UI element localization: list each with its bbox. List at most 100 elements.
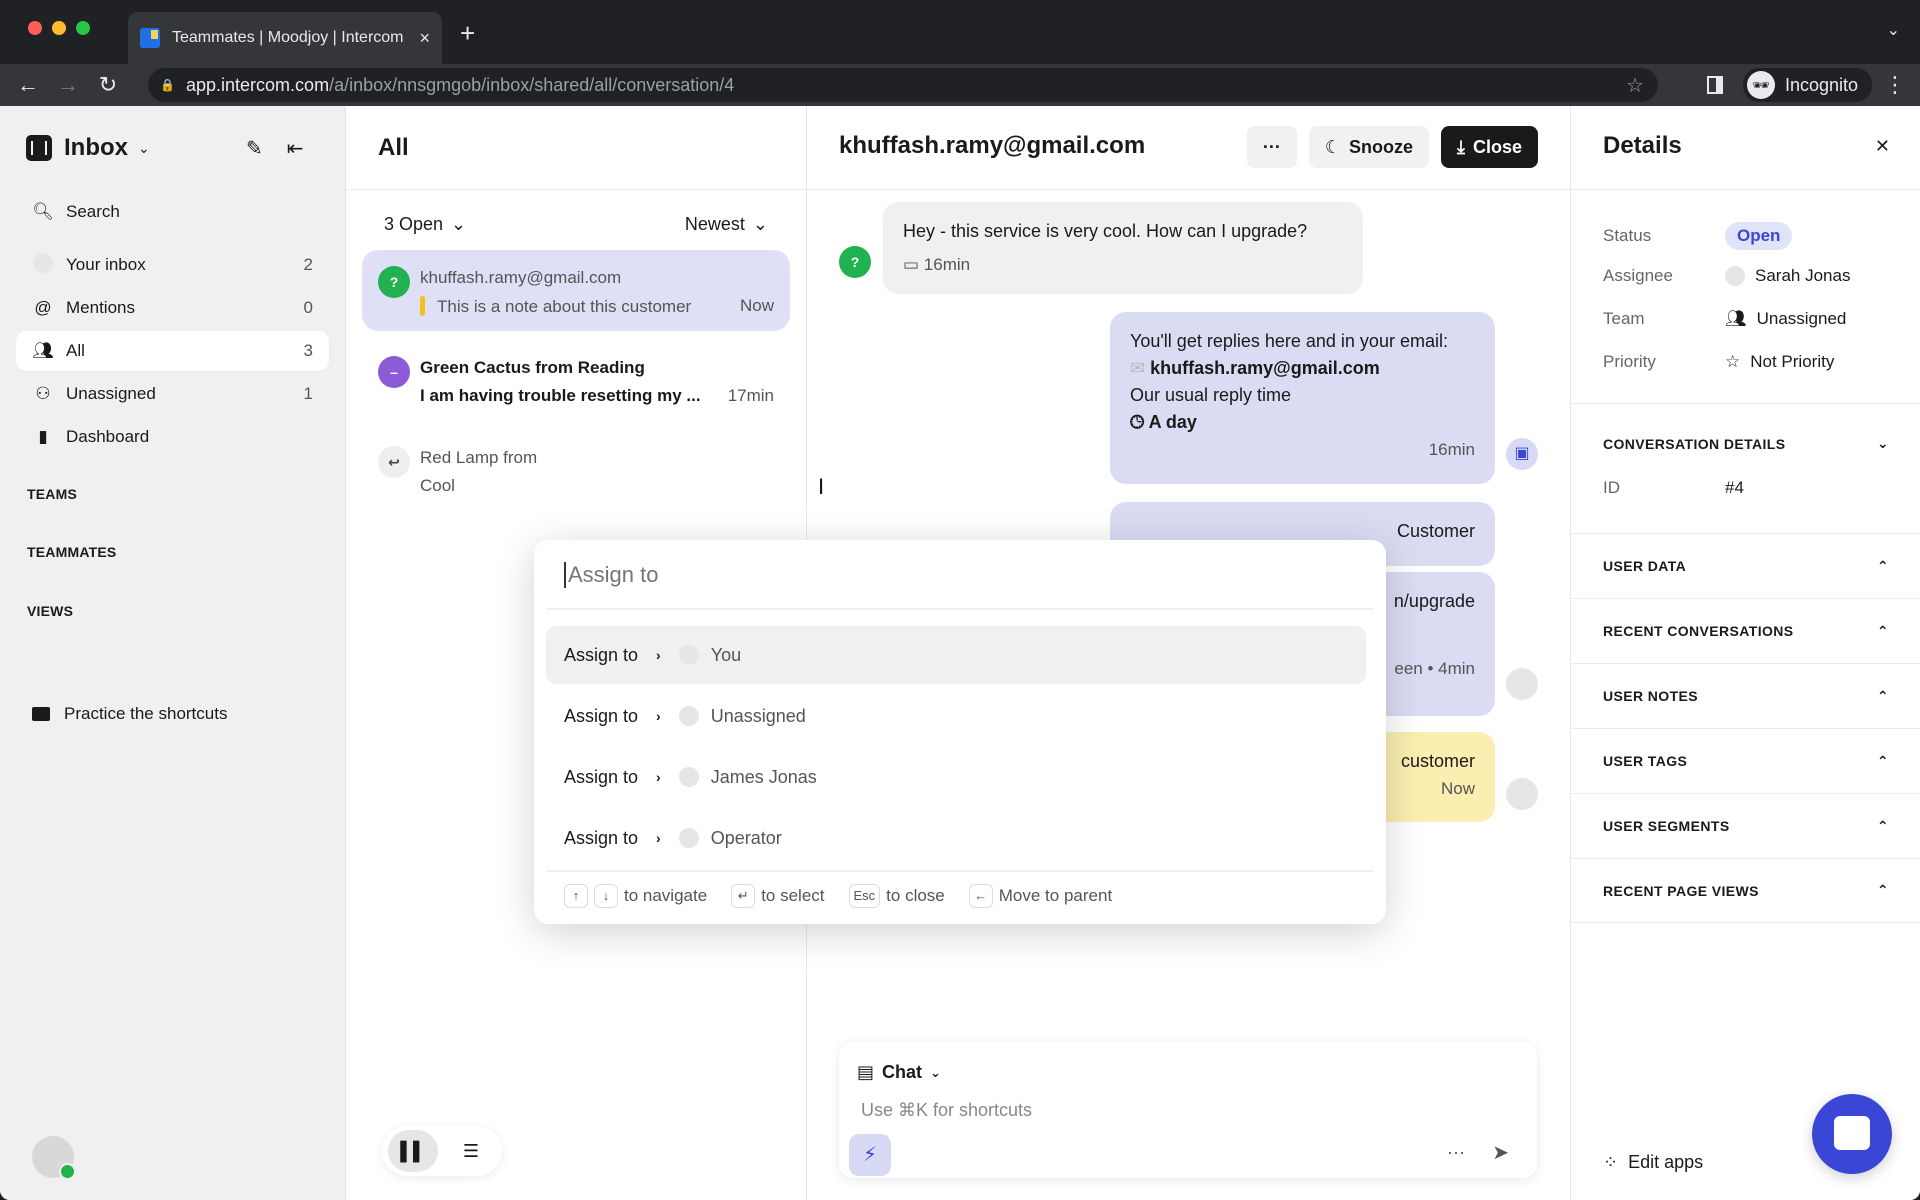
close-conversation-button[interactable]: ⤓ Close bbox=[1441, 126, 1538, 168]
inbox-switcher[interactable]: Inbox ⌄ bbox=[26, 134, 150, 162]
assign-option-james-jonas[interactable]: Assign to › James Jonas bbox=[546, 748, 1366, 806]
conversation-preview: This is a note about this customer bbox=[437, 297, 692, 316]
people-icon: 👥︎ bbox=[32, 341, 54, 360]
chevron-down-icon: ⌄ bbox=[451, 214, 467, 234]
bot-icon: ▣ bbox=[1506, 438, 1538, 470]
close-icon[interactable]: ✕ bbox=[1875, 136, 1890, 157]
send-icon[interactable]: ➤ bbox=[1492, 1140, 1509, 1165]
practice-shortcuts-link[interactable]: Practice the shortcuts bbox=[32, 704, 227, 724]
more-options-icon[interactable]: ··· bbox=[1447, 1142, 1465, 1163]
sidebar-item-dashboard[interactable]: ▮ Dashboard bbox=[16, 417, 329, 457]
browser-menu-icon[interactable]: ⋮ bbox=[1884, 72, 1906, 98]
assign-option-you[interactable]: Assign to › You bbox=[546, 626, 1366, 684]
collapse-sidebar-icon[interactable]: ⇤ bbox=[287, 136, 304, 161]
list-view-icon[interactable]: ☰ bbox=[446, 1130, 496, 1172]
status-filter-dropdown[interactable]: 3 Open ⌄ bbox=[384, 214, 466, 235]
star-icon: ☆ bbox=[1725, 352, 1741, 371]
sidebar-item-your-inbox[interactable]: Your inbox 2 bbox=[16, 245, 329, 285]
accordion-user-notes[interactable]: USER NOTES ⌃ bbox=[1571, 663, 1920, 728]
minimize-window-button[interactable] bbox=[52, 21, 66, 35]
conversation-preview: I am having trouble resetting my ... bbox=[420, 386, 701, 405]
practice-label: Practice the shortcuts bbox=[64, 704, 228, 723]
forward-arrow-icon[interactable]: → bbox=[48, 72, 88, 98]
section-views[interactable]: VIEWS bbox=[27, 603, 73, 619]
assignee-row[interactable]: Assignee Sarah Jonas bbox=[1603, 266, 1903, 286]
sidebar-search[interactable]: 🔍︎ Search bbox=[16, 192, 329, 232]
message-text: You'll get replies here and in your emai… bbox=[1130, 331, 1448, 351]
more-actions-button[interactable]: ··· bbox=[1246, 126, 1297, 168]
close-window-button[interactable] bbox=[28, 21, 42, 35]
incoming-message: Hey - this service is very cool. How can… bbox=[883, 202, 1363, 294]
search-label: Search bbox=[66, 202, 120, 221]
sidebar-item-unassigned[interactable]: ⚇ Unassigned 1 bbox=[16, 374, 329, 414]
sidebar-item-label: All bbox=[66, 341, 85, 360]
accordion-user-data[interactable]: USER DATA ⌃ bbox=[1571, 533, 1920, 598]
snooze-button[interactable]: ☾ Snooze bbox=[1308, 126, 1429, 168]
avatar-icon bbox=[1725, 266, 1745, 286]
sidebar-item-all[interactable]: 👥︎ All 3 bbox=[16, 331, 329, 371]
arrow-left-key-icon: ← bbox=[968, 884, 993, 908]
maximize-window-button[interactable] bbox=[76, 21, 90, 35]
clock-icon: 🕒︎ bbox=[1130, 412, 1145, 432]
conversation-item[interactable]: ↩ Red Lamp from Cool bbox=[362, 430, 790, 510]
accordion-label: USER NOTES bbox=[1603, 688, 1699, 704]
chevron-right-icon: › bbox=[656, 647, 661, 663]
status-badge[interactable]: Open bbox=[1725, 222, 1793, 250]
prop-key: Team bbox=[1603, 309, 1645, 328]
accordion-user-tags[interactable]: USER TAGS ⌃ bbox=[1571, 728, 1920, 793]
divider bbox=[807, 189, 1570, 190]
browser-tab[interactable]: Teammates | Moodjoy | Intercom × bbox=[128, 12, 442, 64]
chevron-up-icon: ⌃ bbox=[1876, 817, 1889, 834]
split-view-icon[interactable]: ▌▌ bbox=[388, 1130, 438, 1172]
assign-option-operator[interactable]: Assign to › Operator bbox=[546, 809, 1366, 867]
prop-key: Priority bbox=[1603, 352, 1656, 371]
bar-chart-icon: ▮ bbox=[38, 427, 48, 446]
priority-row[interactable]: Priority ☆ Not Priority bbox=[1603, 352, 1903, 372]
composer-input[interactable]: Use ⌘K for shortcuts bbox=[861, 1100, 1032, 1121]
channel-dropdown[interactable]: ▤ Chat ⌄ bbox=[857, 1062, 941, 1083]
accordion-user-segments[interactable]: USER SEGMENTS ⌃ bbox=[1571, 793, 1920, 858]
divider bbox=[546, 608, 1374, 610]
section-teammates[interactable]: TEAMMATES bbox=[27, 544, 116, 560]
reply-composer[interactable]: ▤ Chat ⌄ Use ⌘K for shortcuts ⚡︎ ··· ➤ bbox=[839, 1042, 1537, 1178]
conversation-item[interactable]: ? khuffash.ramy@gmail.com This is a note… bbox=[362, 250, 790, 331]
assign-option-unassigned[interactable]: Assign to › Unassigned bbox=[546, 687, 1366, 745]
divider bbox=[1571, 189, 1920, 190]
url-host: app.intercom.com bbox=[186, 74, 330, 95]
sort-dropdown[interactable]: Newest ⌄ bbox=[685, 214, 768, 235]
current-user-avatar[interactable] bbox=[32, 1136, 76, 1180]
conversation-name: Red Lamp from bbox=[420, 448, 538, 467]
assign-search-input[interactable] bbox=[564, 562, 1264, 588]
lightning-icon[interactable]: ⚡︎ bbox=[849, 1134, 891, 1176]
bookmark-star-icon[interactable]: ☆ bbox=[1626, 73, 1644, 98]
option-target: Unassigned bbox=[710, 705, 806, 726]
side-panel-icon[interactable] bbox=[1706, 76, 1723, 94]
prop-key: Assignee bbox=[1603, 266, 1673, 285]
reload-icon[interactable]: ↻ bbox=[88, 72, 128, 98]
edit-apps-button[interactable]: ⁘ Edit apps bbox=[1603, 1152, 1703, 1173]
accordion-conversation-details[interactable]: CONVERSATION DETAILS ⌄ bbox=[1571, 403, 1920, 483]
new-tab-button[interactable]: + bbox=[460, 18, 475, 49]
back-arrow-icon[interactable]: ← bbox=[8, 72, 48, 98]
sidebar-item-mentions[interactable]: @ Mentions 0 bbox=[16, 288, 329, 328]
intercom-messenger-launcher[interactable] bbox=[1812, 1094, 1892, 1174]
chevron-down-icon: ⌄ bbox=[752, 214, 768, 234]
compose-icon[interactable]: ✎ bbox=[246, 136, 263, 161]
incognito-badge[interactable]: 🕶 Incognito bbox=[1742, 68, 1872, 102]
id-value: #4 bbox=[1725, 478, 1744, 497]
accordion-label: CONVERSATION DETAILS bbox=[1603, 435, 1786, 452]
section-teams[interactable]: TEAMS bbox=[27, 486, 77, 502]
avatar-icon bbox=[32, 252, 54, 278]
accordion-recent-page-views[interactable]: RECENT PAGE VIEWS ⌃ bbox=[1571, 858, 1920, 923]
chevron-up-icon: ⌃ bbox=[1876, 687, 1889, 704]
window-controls bbox=[28, 21, 90, 35]
sidebar-item-label: Unassigned bbox=[66, 384, 156, 403]
chevron-up-icon: ⌃ bbox=[1876, 882, 1889, 898]
team-row[interactable]: Team 👥︎ Unassigned bbox=[1603, 309, 1903, 329]
tab-search-chevron-icon[interactable]: ⌄ bbox=[1887, 20, 1900, 40]
conversation-item[interactable]: – Green Cactus from Reading I am having … bbox=[362, 340, 790, 420]
accordion-recent-conversations[interactable]: RECENT CONVERSATIONS ⌃ bbox=[1571, 598, 1920, 663]
close-tab-icon[interactable]: × bbox=[419, 28, 430, 49]
message-text: Hey - this service is very cool. How can… bbox=[903, 221, 1308, 241]
address-bar[interactable]: 🔒 app.intercom.com /a/inbox/nnsgmgob/inb… bbox=[148, 68, 1658, 102]
